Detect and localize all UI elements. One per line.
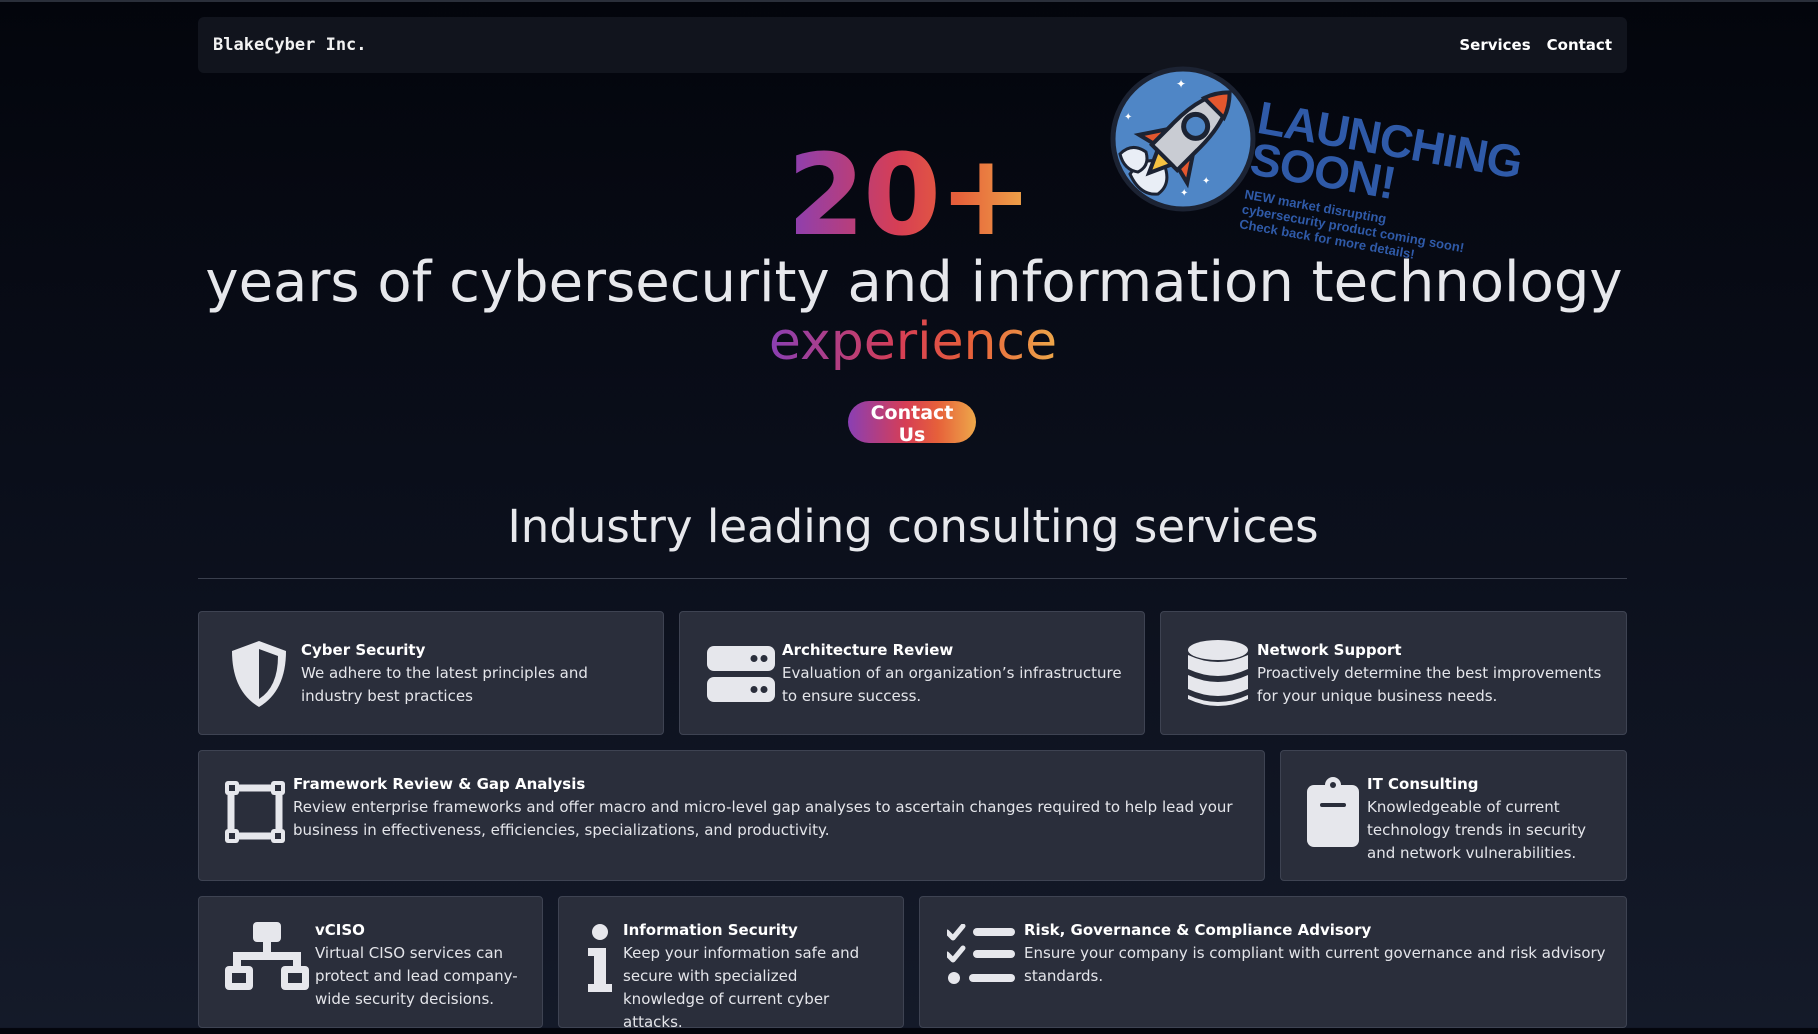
- service-card-architecture-review: Architecture Review Evaluation of an org…: [679, 611, 1145, 735]
- service-title: Cyber Security: [301, 641, 426, 659]
- brand-logo[interactable]: BlakeCyber Inc.: [213, 35, 367, 55]
- section-divider: [198, 578, 1627, 579]
- info-icon: [585, 923, 615, 993]
- hero-highlight: experience: [0, 312, 1818, 372]
- service-title: Architecture Review: [782, 641, 954, 659]
- list-check-icon: [946, 921, 1016, 987]
- contact-us-button[interactable]: Contact Us: [848, 401, 976, 446]
- database-icon: [1187, 639, 1249, 709]
- service-desc: Proactively determine the best improveme…: [1257, 664, 1602, 705]
- service-desc: Keep your information safe and secure wi…: [623, 944, 860, 1031]
- service-title: Risk, Governance & Compliance Advisory: [1024, 921, 1372, 939]
- service-title: IT Consulting: [1367, 775, 1479, 793]
- vector-square-icon: [225, 779, 285, 845]
- hero-number: 20+: [0, 140, 1818, 252]
- service-desc: We adhere to the latest principles and i…: [301, 664, 588, 705]
- services-title: Industry leading consulting services: [507, 500, 1319, 553]
- svg-text:✦: ✦: [1176, 77, 1186, 91]
- service-title: vCISO: [315, 921, 365, 939]
- svg-text:✦: ✦: [1124, 112, 1132, 123]
- hero-headline: years of cybersecurity and information t…: [205, 250, 1623, 315]
- svg-text:✦: ✦: [1202, 176, 1210, 187]
- service-card-vciso: vCISO Virtual CISO services can protect …: [198, 896, 543, 1028]
- service-title: Information Security: [623, 921, 798, 939]
- service-card-information-security: Information Security Keep your informati…: [558, 896, 904, 1031]
- hero-highlight-text: experience: [768, 312, 1058, 372]
- service-desc: Review enterprise frameworks and offer m…: [293, 798, 1233, 839]
- service-desc: Knowledgeable of current technology tren…: [1367, 798, 1586, 862]
- nav-services-link[interactable]: Services: [1459, 36, 1530, 54]
- nav-links: Services Contact: [1459, 36, 1612, 54]
- svg-text:✦: ✦: [1180, 188, 1188, 199]
- service-desc: Ensure your company is compliant with cu…: [1024, 944, 1606, 985]
- nav-contact-link[interactable]: Contact: [1547, 36, 1612, 54]
- server-icon: [706, 639, 776, 709]
- service-desc: Evaluation of an organization’s infrastr…: [782, 664, 1122, 705]
- service-card-cyber-security: Cyber Security We adhere to the latest p…: [198, 611, 664, 735]
- clipboard-icon: [1307, 777, 1359, 847]
- sitemap-icon: [225, 921, 309, 991]
- rocket-icon: ✦ ✦ ✦ ✦: [1110, 66, 1256, 212]
- service-title: Framework Review & Gap Analysis: [293, 775, 586, 793]
- service-card-framework-review: Framework Review & Gap Analysis Review e…: [198, 750, 1265, 881]
- shield-icon: [227, 639, 291, 709]
- service-desc: Virtual CISO services can protect and le…: [315, 944, 518, 1008]
- service-card-risk-governance: Risk, Governance & Compliance Advisory E…: [919, 896, 1627, 1028]
- hero-number-text: 20+: [787, 131, 1033, 261]
- service-title: Network Support: [1257, 641, 1402, 659]
- service-card-it-consulting: IT Consulting Knowledgeable of current t…: [1280, 750, 1627, 881]
- navbar: BlakeCyber Inc. Services Contact: [198, 17, 1627, 73]
- service-card-network-support: Network Support Proactively determine th…: [1160, 611, 1627, 735]
